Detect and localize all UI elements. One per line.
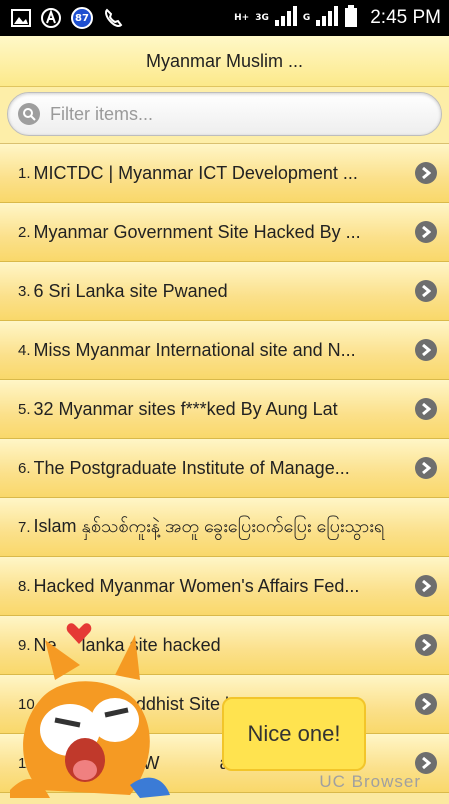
network-g: G	[302, 12, 311, 23]
speech-bubble: Nice one!	[222, 697, 366, 771]
item-number: 2.	[18, 223, 31, 241]
status-time: 2:45 PM	[370, 7, 441, 28]
item-label: 32 Myanmar sites f***ked By Aung Lat	[33, 398, 338, 419]
list-item[interactable]: 5. 32 Myanmar sites f***ked By Aung Lat	[0, 380, 449, 439]
status-bar: 87 H+ 3G G 2:45 PM	[0, 0, 449, 36]
bubble-text: Nice one!	[247, 721, 341, 746]
notification-badge-count: 87	[75, 12, 89, 24]
search-input[interactable]	[48, 102, 412, 126]
item-number: 4.	[18, 341, 31, 359]
chevron-right-icon[interactable]	[415, 634, 437, 656]
chevron-right-icon[interactable]	[415, 398, 437, 420]
chevron-right-icon[interactable]	[415, 575, 437, 597]
item-number: 5.	[18, 400, 31, 418]
search-icon	[18, 103, 40, 125]
a-circle-icon	[40, 7, 62, 29]
list-item[interactable]: 3. 6 Sri Lanka site Pwaned	[0, 262, 449, 321]
item-number: 1.	[18, 164, 31, 182]
battery-icon	[344, 5, 358, 31]
item-number: 6.	[18, 459, 31, 477]
image-icon	[10, 7, 32, 29]
search-bar	[0, 87, 449, 144]
item-label: Miss Myanmar International site and N...	[33, 339, 356, 360]
list-item[interactable]: 1. MICTDC | Myanmar ICT Development ...	[0, 144, 449, 203]
list-item[interactable]: 6. The Postgraduate Institute of Manage.…	[0, 439, 449, 498]
chevron-right-icon[interactable]	[415, 752, 437, 774]
app-header: Myanmar Muslim ...	[0, 36, 449, 87]
list-item[interactable]: 8. Hacked Myanmar Women's Affairs Fed...	[0, 557, 449, 616]
signal-icon	[274, 6, 297, 30]
chevron-right-icon[interactable]	[415, 457, 437, 479]
signal-icon-2	[316, 6, 339, 30]
notification-badge-icon: 87	[70, 7, 94, 29]
list-item[interactable]: 7. Islam နှစ်သစ်ကူးနဲ့ အတူ ခွေးပြေးဝက်ပြ…	[0, 498, 449, 557]
chevron-right-icon[interactable]	[415, 693, 437, 715]
net-3g-label: 3G	[255, 12, 269, 23]
net-h-label: H+	[234, 12, 250, 23]
chevron-right-icon[interactable]	[415, 162, 437, 184]
item-number: 8.	[18, 577, 31, 595]
chevron-right-icon[interactable]	[415, 339, 437, 361]
net-g-label: G	[302, 12, 311, 23]
item-label: MICTDC | Myanmar ICT Development ...	[33, 162, 358, 183]
item-label: Islam နှစ်သစ်ကူးနဲ့ အတူ ခွေးပြေးဝက်ပြေး …	[33, 515, 385, 536]
network-3g: 3G	[255, 12, 269, 23]
list-item[interactable]: 4. Miss Myanmar International site and N…	[0, 321, 449, 380]
search-field[interactable]	[7, 92, 442, 136]
chevron-right-icon[interactable]	[415, 280, 437, 302]
chevron-right-icon[interactable]	[415, 221, 437, 243]
item-label: The Postgraduate Institute of Manage...	[33, 457, 350, 478]
item-number: 3.	[18, 282, 31, 300]
item-label: Hacked Myanmar Women's Affairs Fed...	[33, 575, 360, 596]
item-number: 7.	[18, 518, 31, 536]
item-label: 6 Sri Lanka site Pwaned	[33, 280, 228, 301]
list-item[interactable]: 2. Myanmar Government Site Hacked By ...	[0, 203, 449, 262]
page-title: Myanmar Muslim ...	[145, 50, 304, 71]
heart-icon	[66, 622, 92, 650]
network-hplus: H+	[234, 12, 250, 23]
item-label: Myanmar Government Site Hacked By ...	[33, 221, 361, 242]
uc-browser-watermark: UC Browser	[319, 772, 421, 791]
phone-icon	[102, 7, 124, 29]
